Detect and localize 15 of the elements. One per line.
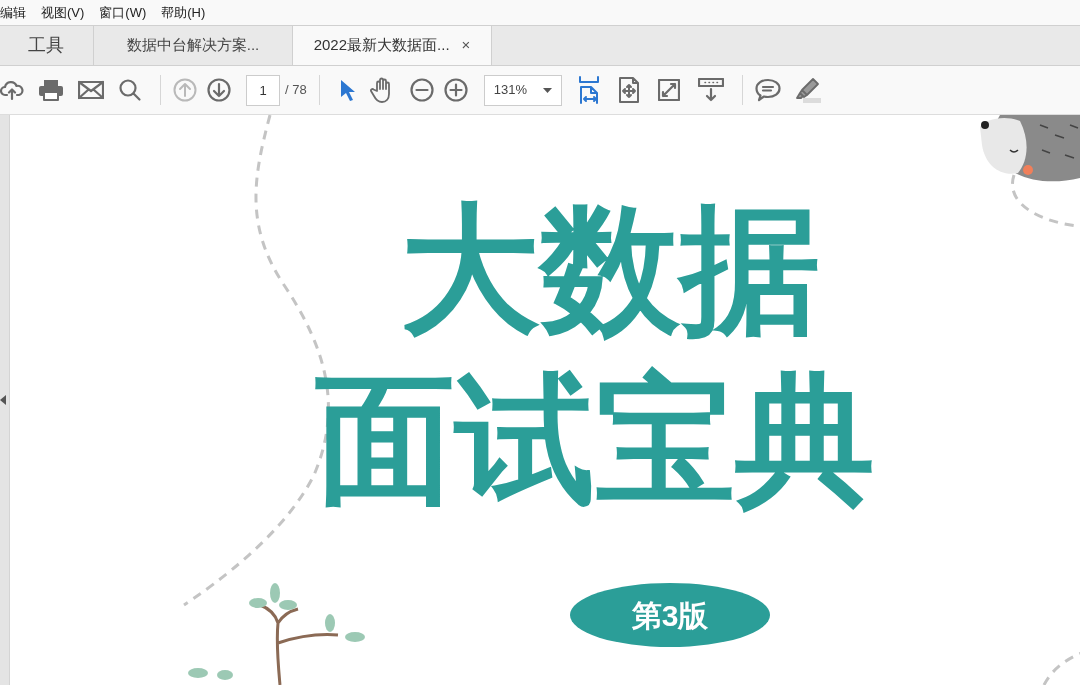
close-icon[interactable]: ×	[461, 34, 471, 57]
cover-title: 大数据	[400, 190, 820, 350]
menu-item[interactable]: 帮助(H)	[161, 2, 206, 23]
tab[interactable]: 2022最新大数据面... ×	[293, 26, 492, 65]
menu-item[interactable]: 编辑	[0, 2, 26, 23]
page-number-field[interactable]: 1	[246, 74, 280, 106]
tab-label: 2022最新大数据面...	[313, 35, 450, 56]
zoom-dropdown[interactable]: 131%	[483, 74, 562, 106]
tab-label: 数据中台解决方案...	[126, 35, 260, 56]
cover-title: 面试宝典	[315, 360, 875, 520]
page-total: / 78	[285, 81, 307, 100]
tab-label: 工具	[28, 34, 64, 57]
menu-item[interactable]: 视图(V)	[41, 2, 85, 23]
edition-badge: 第3版	[570, 583, 770, 647]
menu-item[interactable]: 窗口(W)	[99, 2, 147, 23]
